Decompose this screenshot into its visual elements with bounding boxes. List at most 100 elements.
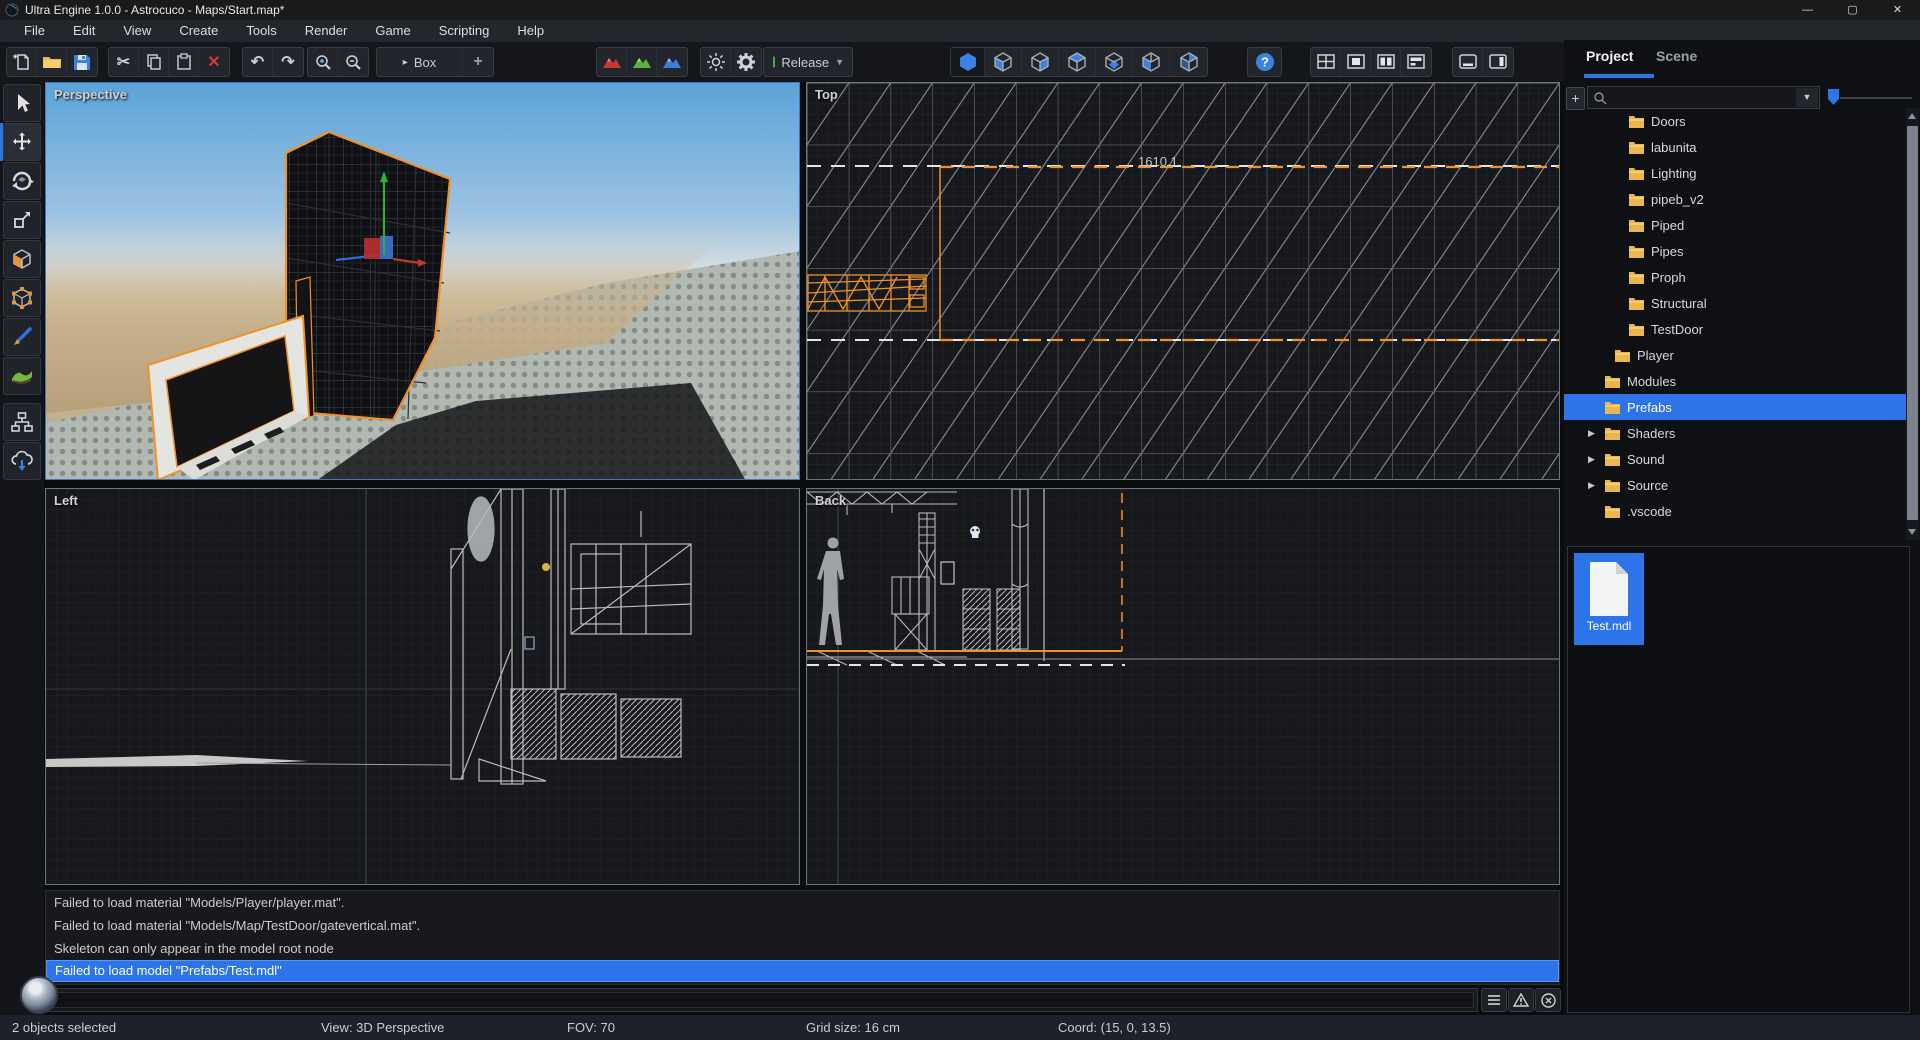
asset-download-tool-button[interactable] [3, 442, 41, 480]
slider-handle[interactable] [1828, 89, 1839, 105]
view-cube-top-button[interactable] [1059, 48, 1096, 76]
console-log-filter-button[interactable] [1481, 988, 1507, 1012]
expand-arrow-icon[interactable]: ▶ [1588, 428, 1595, 439]
vertex-select-tool-button[interactable] [3, 279, 41, 317]
cut-button[interactable]: ✂ [109, 48, 139, 76]
tree-item-proph[interactable]: Proph [1564, 264, 1906, 290]
scroll-down-arrow[interactable] [1908, 529, 1916, 535]
tree-item-player[interactable]: Player [1564, 342, 1906, 368]
tab-project[interactable]: Project [1586, 48, 1633, 64]
copy-button[interactable] [139, 48, 169, 76]
file-tile-selected[interactable]: Test.mdl [1574, 553, 1644, 645]
console-line-selected[interactable]: Failed to load model "Prefabs/Test.mdl" [46, 960, 1559, 982]
zoom-in-button[interactable] [308, 48, 338, 76]
view-cube-bottom-button[interactable] [1096, 48, 1133, 76]
thumbnail-size-slider[interactable] [1826, 86, 1916, 109]
environment-light-button[interactable] [701, 48, 731, 76]
tree-scrollbar[interactable] [1906, 108, 1919, 540]
menu-tools[interactable]: Tools [232, 20, 290, 42]
terrain-tool-button[interactable] [3, 357, 41, 395]
save-button[interactable] [67, 48, 97, 76]
zoom-out-button[interactable] [338, 48, 368, 76]
layout-quad-button[interactable] [1311, 48, 1341, 76]
tree-item-prefabs[interactable]: Prefabs [1564, 394, 1906, 420]
rotate-tool-button[interactable] [3, 162, 41, 200]
menu-create[interactable]: Create [165, 20, 232, 42]
help-button[interactable]: ? [1248, 48, 1281, 76]
run-configuration-dropdown[interactable]: Release ▼ [764, 48, 852, 76]
tree-item-piped[interactable]: Piped [1564, 212, 1906, 238]
select-tool-button[interactable] [3, 84, 41, 122]
console-line[interactable]: Skeleton can only appear in the model ro… [46, 937, 1559, 960]
view-cube-left-button[interactable] [1133, 48, 1170, 76]
tree-item-pipeb-v2[interactable]: pipeb_v2 [1564, 186, 1906, 212]
tree-item-structural[interactable]: Structural [1564, 290, 1906, 316]
hierarchy-tool-button[interactable] [3, 403, 41, 441]
minimize-button[interactable]: — [1785, 0, 1830, 20]
face-select-tool-button[interactable] [3, 240, 41, 278]
paint-tool-button[interactable] [3, 318, 41, 356]
terrain-lower-button[interactable] [627, 48, 657, 76]
terrain-raise-button[interactable] [597, 48, 627, 76]
menu-render[interactable]: Render [291, 20, 362, 42]
tree-item-sound[interactable]: ▶Sound [1564, 446, 1906, 472]
undo-button[interactable]: ↶ [243, 48, 273, 76]
toggle-bottom-panel-button[interactable] [1453, 48, 1483, 76]
view-solid-button[interactable] [951, 48, 985, 76]
move-tool-button[interactable] [3, 123, 41, 161]
tab-scene[interactable]: Scene [1656, 48, 1697, 64]
scroll-up-arrow[interactable] [1908, 113, 1916, 119]
primitive-type-dropdown[interactable]: ▸ Box [377, 48, 463, 76]
tree-item-modules[interactable]: Modules [1564, 368, 1906, 394]
tree-item-shaders[interactable]: ▶Shaders [1564, 420, 1906, 446]
console-hscrollbar[interactable] [45, 988, 1478, 1012]
tree-item-labunita[interactable]: labunita [1564, 134, 1906, 160]
new-file-button[interactable] [7, 48, 37, 76]
scrollbar-thumb[interactable] [1907, 126, 1918, 520]
tree-item-testdoor[interactable]: TestDoor [1564, 316, 1906, 342]
view-cube-front-button[interactable] [985, 48, 1022, 76]
viewport-perspective[interactable]: Perspective [45, 82, 800, 480]
layout-single-button[interactable] [1341, 48, 1371, 76]
scale-tool-button[interactable] [3, 201, 41, 239]
console-error-filter-button[interactable] [1535, 988, 1561, 1012]
toggle-right-panel-button[interactable] [1483, 48, 1513, 76]
tree-item-pipes[interactable]: Pipes [1564, 238, 1906, 264]
viewport-back[interactable]: Back [806, 488, 1560, 885]
open-file-button[interactable] [37, 48, 67, 76]
menu-view[interactable]: View [109, 20, 165, 42]
view-cube-right-button[interactable] [1022, 48, 1059, 76]
menu-scripting[interactable]: Scripting [425, 20, 504, 42]
paste-button[interactable] [169, 48, 199, 76]
add-primitive-button[interactable]: + [463, 48, 493, 76]
close-button[interactable]: ✕ [1875, 0, 1920, 20]
menu-help[interactable]: Help [503, 20, 558, 42]
tree-item-lighting[interactable]: Lighting [1564, 160, 1906, 186]
console-line[interactable]: Failed to load material "Models/Player/p… [46, 891, 1559, 914]
tree-item-vscode[interactable]: .vscode [1564, 498, 1906, 524]
file-browser[interactable]: Test.mdl [1567, 546, 1910, 1013]
viewport-top[interactable]: Top 1610.1 [806, 82, 1560, 480]
terrain-paint-button[interactable] [657, 48, 687, 76]
view-cube-back-button[interactable] [1170, 48, 1207, 76]
console-warning-filter-button[interactable] [1508, 988, 1534, 1012]
maximize-button[interactable]: ▢ [1830, 0, 1875, 20]
menu-game[interactable]: Game [361, 20, 424, 42]
delete-button[interactable]: ✕ [199, 48, 229, 76]
layout-split-button[interactable] [1401, 48, 1431, 76]
tree-item-doors[interactable]: Doors [1564, 108, 1906, 134]
expand-arrow-icon[interactable]: ▶ [1588, 454, 1595, 465]
menu-edit[interactable]: Edit [59, 20, 109, 42]
search-input[interactable]: ▼ [1587, 86, 1820, 109]
viewport-left[interactable]: Left [45, 488, 800, 885]
search-dropdown-arrow[interactable]: ▼ [1796, 88, 1818, 107]
avatar[interactable] [20, 976, 58, 1014]
menu-file[interactable]: File [10, 20, 59, 42]
redo-button[interactable]: ↷ [273, 48, 303, 76]
console-line[interactable]: Failed to load material "Models/Map/Test… [46, 914, 1559, 937]
layout-columns-button[interactable] [1371, 48, 1401, 76]
expand-arrow-icon[interactable]: ▶ [1588, 480, 1595, 491]
console-panel[interactable]: Failed to load material "Models/Player/p… [45, 890, 1560, 985]
tree-item-source[interactable]: ▶Source [1564, 472, 1906, 498]
add-asset-button[interactable]: + [1566, 87, 1585, 110]
